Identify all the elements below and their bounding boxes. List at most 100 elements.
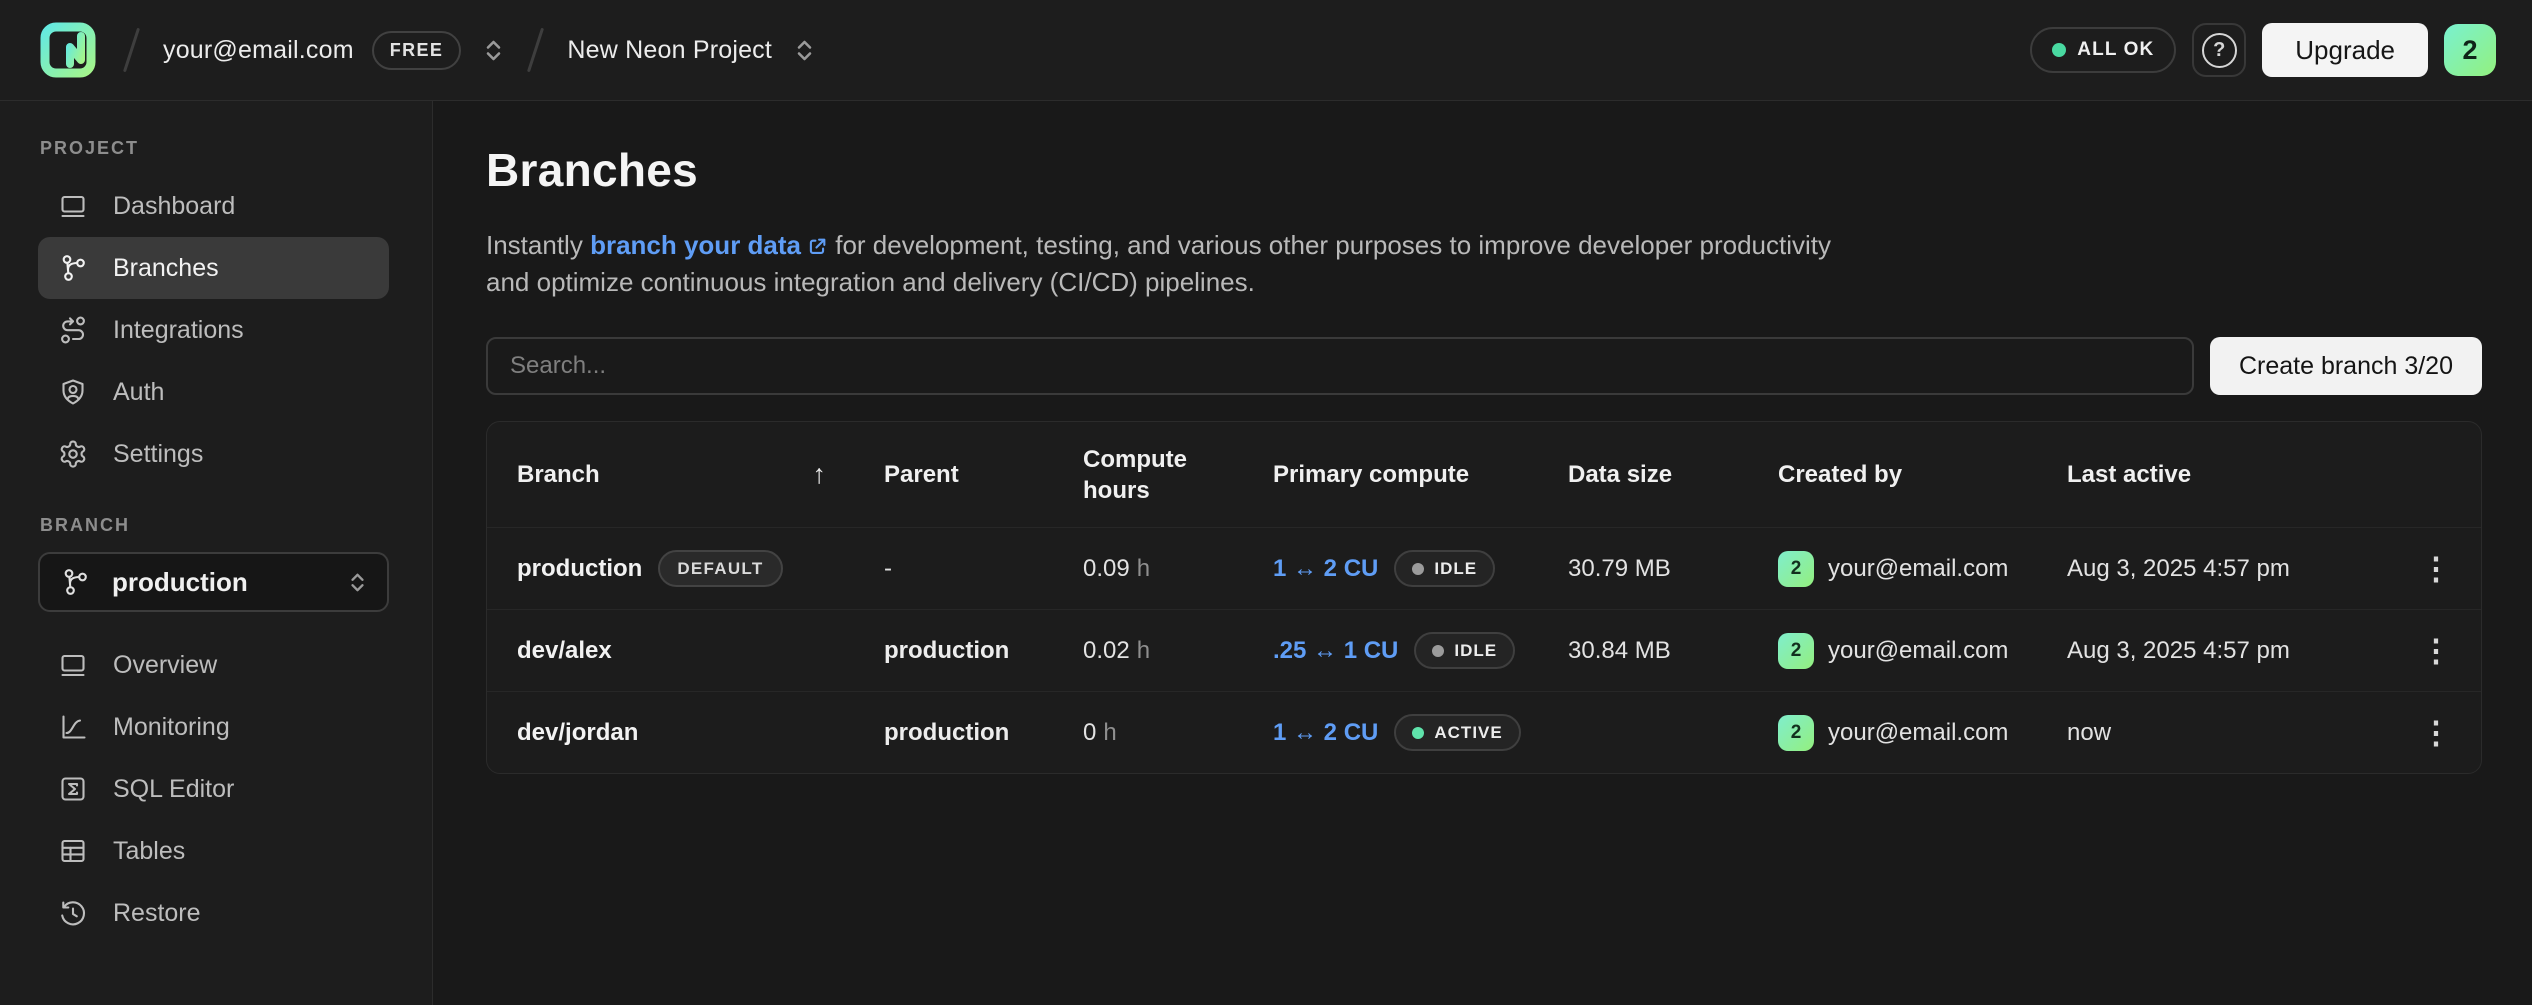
org-switcher[interactable]: your@email.com FREE	[163, 31, 504, 70]
status-dot-icon	[1432, 645, 1444, 657]
table-grid-icon	[58, 836, 88, 866]
create-branch-button[interactable]: Create branch 3/20	[2210, 337, 2482, 395]
sidebar-item-integrations[interactable]: Integrations	[38, 299, 389, 361]
sidebar-section-branch: BRANCH	[0, 515, 432, 536]
top-bar: your@email.com FREE New Neon Project ALL…	[0, 0, 2532, 101]
table-row-dev-jordan[interactable]: dev/jordan production 0h 1 ↔ 2 CU ACTIVE…	[487, 691, 2481, 773]
dashboard-icon	[58, 191, 88, 221]
table-row-dev-alex[interactable]: dev/alex production 0.02h .25 ↔ 1 CU IDL…	[487, 609, 2481, 691]
branch-selector-value: production	[112, 567, 248, 598]
column-header-parent: Parent	[884, 459, 1083, 490]
column-header-last-active: Last active	[2067, 459, 2391, 490]
upgrade-button[interactable]: Upgrade	[2262, 23, 2428, 77]
sidebar-item-label: Settings	[113, 440, 203, 469]
branch-your-data-link[interactable]: branch your data	[590, 230, 828, 260]
page-description: Instantly branch your data for developme…	[486, 227, 1856, 301]
account-email: your@email.com	[163, 36, 354, 65]
sidebar-item-label: SQL Editor	[113, 775, 234, 804]
overview-icon	[58, 650, 88, 680]
sort-ascending-icon[interactable]: ↑	[813, 459, 827, 490]
last-active: Aug 3, 2025 4:57 pm	[2067, 637, 2391, 665]
data-size: 30.84 MB	[1568, 637, 1778, 665]
chevron-updown-icon	[794, 37, 815, 64]
last-active: now	[2067, 719, 2391, 747]
chart-line-icon	[58, 712, 88, 742]
sidebar-item-branches[interactable]: Branches	[38, 237, 389, 299]
branch-name: dev/jordan	[517, 719, 638, 747]
branch-selector[interactable]: production	[38, 552, 389, 612]
parent-branch: production	[884, 637, 1083, 665]
table-row-production[interactable]: production DEFAULT - 0.09h 1 ↔ 2 CU IDLE…	[487, 527, 2481, 609]
compute-status-badge: IDLE	[1414, 632, 1515, 669]
last-active: Aug 3, 2025 4:57 pm	[2067, 555, 2391, 583]
primary-compute: 1 ↔ 2 CU IDLE	[1273, 550, 1568, 587]
status-dot-icon	[1412, 727, 1424, 739]
compute-hours: 0h	[1083, 719, 1273, 747]
status-dot-icon	[2052, 43, 2066, 57]
sidebar-item-label: Tables	[113, 837, 185, 866]
sidebar-item-label: Dashboard	[113, 192, 235, 221]
project-name: New Neon Project	[567, 36, 772, 65]
branch-name: production	[517, 555, 642, 583]
compute-units-range: 1 ↔ 2 CU	[1273, 719, 1378, 747]
notifications-badge[interactable]: 2	[2444, 24, 2496, 76]
created-by-email: your@email.com	[1828, 555, 2008, 583]
help-button[interactable]: ?	[2192, 23, 2246, 77]
column-header-branch[interactable]: Branch ↑	[487, 459, 884, 490]
neon-logo-icon[interactable]	[36, 18, 100, 82]
chevron-updown-icon	[348, 570, 367, 595]
topbar-actions: ALL OK ? Upgrade 2	[2030, 23, 2496, 77]
chevron-updown-icon	[483, 37, 504, 64]
sidebar-item-label: Integrations	[113, 316, 244, 345]
sidebar-item-auth[interactable]: Auth	[38, 361, 389, 423]
created-by-email: your@email.com	[1828, 719, 2008, 747]
sidebar-item-label: Branches	[113, 254, 219, 283]
row-menu-button[interactable]: ⋮	[2391, 633, 2481, 669]
row-menu-button[interactable]: ⋮	[2391, 715, 2481, 751]
table-toolbar: Create branch 3/20	[486, 337, 2482, 395]
status-badge[interactable]: ALL OK	[2030, 27, 2176, 73]
sidebar-item-dashboard[interactable]: Dashboard	[38, 175, 389, 237]
history-clock-icon	[58, 898, 88, 928]
compute-status-badge: ACTIVE	[1394, 714, 1520, 751]
sidebar-item-restore[interactable]: Restore	[38, 882, 389, 944]
sidebar-item-settings[interactable]: Settings	[38, 423, 389, 485]
git-branch-icon	[60, 567, 90, 597]
description-text: Instantly	[486, 230, 590, 260]
primary-compute: 1 ↔ 2 CU ACTIVE	[1273, 714, 1568, 751]
created-by: 2 your@email.com	[1778, 715, 2067, 751]
gear-icon	[58, 439, 88, 469]
column-header-compute-hours: Compute hours	[1083, 444, 1273, 506]
branch-name: dev/alex	[517, 637, 612, 665]
breadcrumb-divider	[527, 28, 544, 73]
column-header-data-size: Data size	[1568, 459, 1778, 490]
data-size: 30.79 MB	[1568, 555, 1778, 583]
primary-compute: .25 ↔ 1 CU IDLE	[1273, 632, 1568, 669]
default-badge: DEFAULT	[658, 550, 782, 587]
sidebar-item-tables[interactable]: Tables	[38, 820, 389, 882]
column-header-created-by: Created by	[1778, 459, 2067, 490]
row-menu-button[interactable]: ⋮	[2391, 551, 2481, 587]
avatar: 2	[1778, 715, 1814, 751]
project-switcher[interactable]: New Neon Project	[567, 36, 815, 65]
question-mark-icon: ?	[2202, 33, 2237, 68]
sql-editor-sigma-icon	[58, 774, 88, 804]
sidebar-item-sql-editor[interactable]: SQL Editor	[38, 758, 389, 820]
compute-units-range: 1 ↔ 2 CU	[1273, 555, 1378, 583]
status-label: ALL OK	[2077, 39, 2154, 61]
sidebar-item-monitoring[interactable]: Monitoring	[38, 696, 389, 758]
sidebar-section-project: PROJECT	[0, 138, 432, 159]
avatar: 2	[1778, 551, 1814, 587]
sidebar-item-overview[interactable]: Overview	[38, 634, 389, 696]
compute-units-range: .25 ↔ 1 CU	[1273, 637, 1398, 665]
git-branch-icon	[58, 253, 88, 283]
shield-user-icon	[58, 377, 88, 407]
branches-table: Branch ↑ Parent Compute hours Primary co…	[486, 421, 2482, 774]
avatar: 2	[1778, 633, 1814, 669]
created-by-email: your@email.com	[1828, 637, 2008, 665]
compute-status-badge: IDLE	[1394, 550, 1495, 587]
compute-hours: 0.09h	[1083, 555, 1273, 583]
search-input[interactable]	[486, 337, 2194, 395]
main-content: Branches Instantly branch your data for …	[433, 101, 2532, 1005]
parent-branch: production	[884, 719, 1083, 747]
